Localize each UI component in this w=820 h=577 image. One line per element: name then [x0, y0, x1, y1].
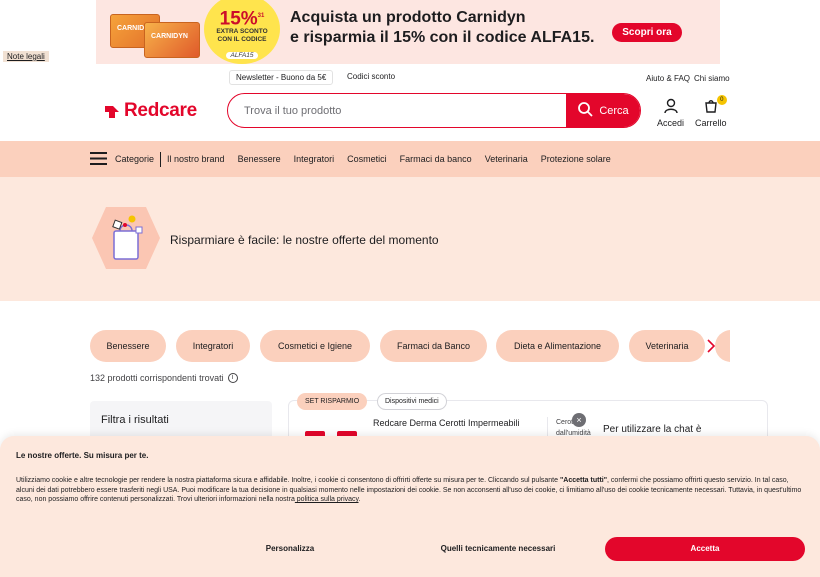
cookie-banner: Le nostre offerte. Su misura per te. Uti… — [0, 436, 820, 577]
tag-set-risparmio: SET RISPARMIO — [297, 393, 368, 410]
note-legali-link[interactable]: Note legali — [3, 51, 49, 62]
promo-cta-button[interactable]: Scopri ora — [612, 23, 682, 42]
accept-cookies-button[interactable]: Accetta — [605, 537, 805, 561]
chevron-right-icon[interactable] — [706, 338, 716, 359]
nav-item-farmaci-da-banco[interactable]: Farmaci da banco — [400, 154, 472, 164]
personalizza-button[interactable]: Personalizza — [220, 537, 360, 561]
offers-hero: Risparmiare è facile: le nostre offerte … — [0, 177, 820, 301]
badge-line-2: CON IL CODICE — [217, 36, 267, 44]
chi-siamo-link[interactable]: Chi siamo — [694, 74, 730, 83]
codici-sconto-link[interactable]: Codici sconto — [347, 72, 395, 81]
cart-count-badge: 0 — [716, 95, 727, 105]
nav-item-benessere[interactable]: Benessere — [238, 154, 281, 164]
chip-next-partial[interactable] — [715, 330, 730, 362]
promo-headline-2: e risparmia il 15% con il codice ALFA15. — [290, 29, 595, 46]
info-icon[interactable]: i — [227, 373, 238, 383]
search-button[interactable]: Cerca — [566, 94, 640, 127]
chat-prompt-text: Per utilizzare la chat è — [603, 424, 702, 435]
technically-necessary-button[interactable]: Quelli tecnicamente necessari — [420, 537, 576, 561]
user-icon — [657, 98, 684, 114]
cookie-body-end: . — [358, 496, 361, 503]
hero-title: Risparmiare è facile: le nostre offerte … — [170, 233, 439, 247]
cookie-body: Utilizziamo cookie e altre tecnologie pe… — [16, 476, 806, 505]
product-name[interactable]: Redcare Derma Cerotti Impermeabili — [373, 418, 520, 428]
account-button[interactable]: Accedi — [657, 98, 684, 128]
promo-banner-inner[interactable]: CARNIDYN CARNIDYN 15%31 EXTRA SCONTO CON… — [96, 0, 720, 64]
chip-veterinaria[interactable]: Veterinaria — [629, 330, 705, 362]
cookie-body-bold: "Accetta tutti" — [559, 477, 608, 484]
carrello-label: Carrello — [695, 118, 727, 128]
category-nav: Categorie Il nostro brand Benessere Inte… — [0, 141, 820, 177]
nav-item-il-nostro-brand[interactable]: Il nostro brand — [167, 154, 225, 164]
cart-button[interactable]: 0 Carrello — [695, 95, 727, 128]
pack-label: CARNIDYN — [151, 33, 188, 40]
cookie-body-text: Utilizziamo cookie e altre tecnologie pe… — [16, 477, 560, 484]
logo-text: Redcare — [124, 100, 197, 121]
badge-line-1: EXTRA SCONTO — [216, 28, 268, 36]
nav-item-protezione-solare[interactable]: Protezione solare — [541, 154, 611, 164]
nav-item-cosmetici[interactable]: Cosmetici — [347, 154, 387, 164]
chip-integratori[interactable]: Integratori — [176, 330, 250, 362]
categorie-label: Categorie — [115, 154, 155, 164]
chip-farmaci-da-banco[interactable]: Farmaci da Banco — [380, 330, 487, 362]
categorie-menu-button[interactable]: Categorie — [90, 151, 162, 167]
redcare-logo[interactable]: Redcare — [104, 100, 197, 122]
search-input[interactable] — [228, 94, 568, 127]
shopping-bag-icon — [92, 207, 160, 269]
nav-item-veterinaria[interactable]: Veterinaria — [485, 154, 528, 164]
newsletter-link[interactable]: Newsletter - Buono da 5€ — [229, 70, 334, 85]
cart-icon: 0 — [703, 95, 727, 114]
filter-title: Filtra i risultati — [101, 414, 169, 426]
hamburger-icon — [90, 151, 107, 167]
category-chips: Benessere Integratori Cosmetici e Igiene… — [90, 330, 730, 362]
search-bar: Cerca — [227, 93, 641, 128]
search-button-label: Cerca — [599, 104, 629, 117]
results-count: 132 prodotti corrispondenti trovati i — [90, 373, 238, 383]
cookie-title: Le nostre offerte. Su misura per te. — [16, 451, 149, 460]
nav-item-integratori[interactable]: Integratori — [294, 154, 335, 164]
chat-close-icon[interactable]: × — [572, 413, 586, 427]
product-pack-image: CARNIDYN CARNIDYN — [110, 10, 204, 58]
filter-panel[interactable]: Filtra i risultati — [90, 401, 272, 441]
aiuto-faq-link[interactable]: Aiuto & FAQ — [646, 74, 690, 83]
results-count-text: 132 prodotti corrispondenti trovati — [90, 373, 224, 383]
tag-dispositivi-medici: Dispositivi medici — [377, 393, 447, 410]
promo-headline-1: Acquista un prodotto Carnidyn — [290, 9, 526, 26]
chip-dieta-e-alimentazione[interactable]: Dieta e Alimentazione — [496, 330, 619, 362]
redcare-logo-icon — [104, 103, 120, 119]
accedi-label: Accedi — [657, 118, 685, 128]
privacy-policy-link[interactable]: politica sulla privacy — [295, 496, 359, 503]
chip-cosmetici-e-igiene[interactable]: Cosmetici e Igiene — [260, 330, 370, 362]
chip-benessere[interactable]: Benessere — [90, 330, 166, 362]
badge-code: ALFA15 — [226, 52, 258, 60]
pack-box-front: CARNIDYN — [144, 22, 200, 58]
badge-percent: 15%31 — [219, 8, 265, 30]
promo-headline: Acquista un prodotto Carnidyn e risparmi… — [290, 8, 594, 48]
discount-badge: 15%31 EXTRA SCONTO CON IL CODICE ALFA15 — [204, 0, 280, 64]
promo-banner[interactable]: CARNIDYN CARNIDYN 15%31 EXTRA SCONTO CON… — [0, 0, 820, 64]
search-icon — [577, 101, 593, 120]
